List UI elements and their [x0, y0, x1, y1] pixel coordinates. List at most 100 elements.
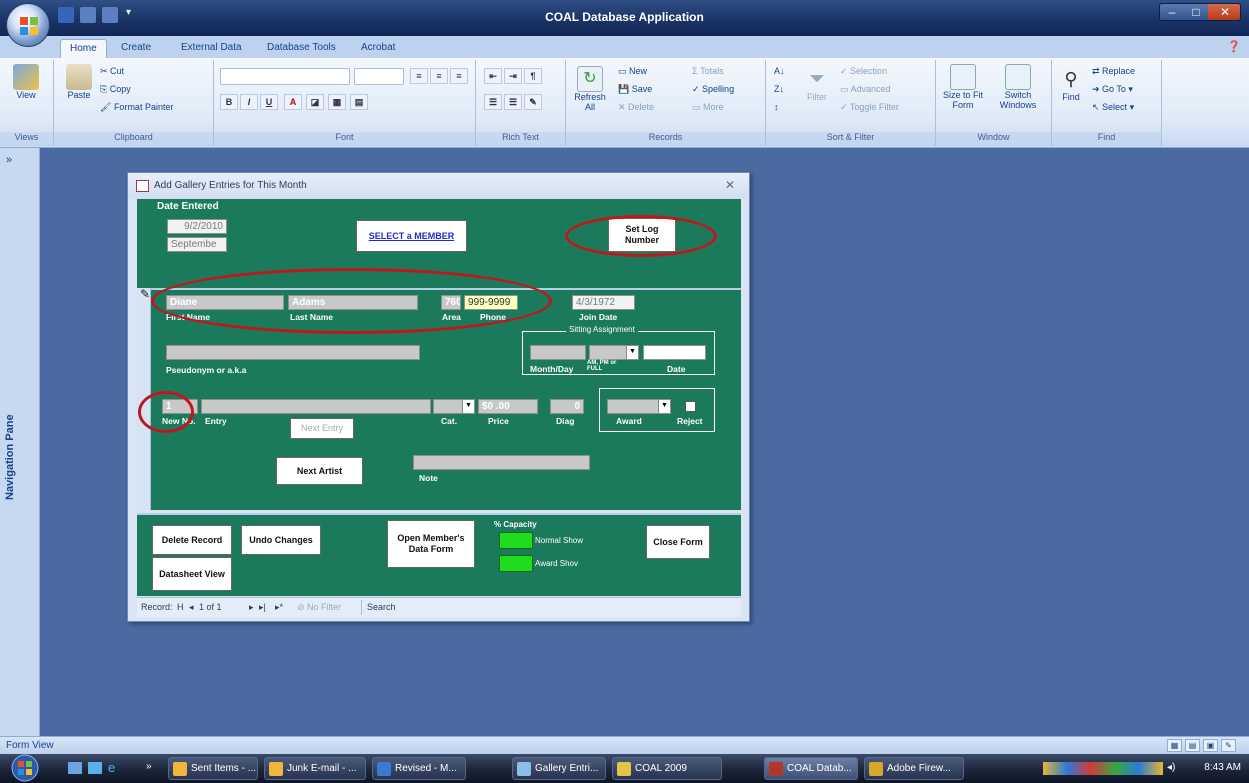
price-field[interactable]: $0 .00 [478, 399, 538, 414]
switch-windows-icon[interactable] [88, 762, 102, 774]
form-view-icon[interactable]: ▦ [1167, 739, 1182, 752]
go-to-button[interactable]: ➔ Go To ▾ [1092, 84, 1133, 95]
next-artist-button[interactable]: Next Artist [276, 457, 363, 485]
taskbar-overflow-icon[interactable]: » [146, 761, 152, 772]
taskbar-item-coal-2009[interactable]: COAL 2009 [612, 757, 722, 780]
new-record-button[interactable]: ▭ New [618, 66, 647, 77]
no-filter-button[interactable]: ⊘ No Filter [297, 602, 341, 613]
month-field[interactable]: Septembe [167, 237, 227, 252]
open-member-form-button[interactable]: Open Member's Data Form [387, 520, 475, 568]
decrease-indent-icon[interactable]: ⇤ [484, 68, 502, 84]
fill-color-icon[interactable]: ◪ [306, 94, 324, 110]
totals-button[interactable]: Σ Totals [692, 66, 724, 76]
align-left-icon[interactable]: ≡ [410, 68, 428, 84]
close-button[interactable]: ✕ [1208, 4, 1240, 20]
cut-button[interactable]: ✂ Cut [100, 66, 124, 77]
font-color-icon[interactable]: A [284, 94, 302, 110]
more-button[interactable]: ▭ More [692, 102, 724, 113]
volume-icon[interactable]: ◂) [1167, 762, 1175, 773]
nav-pane-toggle-icon[interactable]: » [6, 154, 12, 166]
diag-field[interactable]: 0 [550, 399, 584, 414]
next-record-icon[interactable]: ▸ [249, 602, 254, 613]
sort-ascending-icon[interactable]: A↓ [774, 66, 785, 76]
spelling-button[interactable]: ✓ Spelling [692, 84, 734, 95]
sitting-date-field[interactable] [643, 345, 706, 360]
taskbar-item-revised[interactable]: Revised - M... [372, 757, 466, 780]
new-record-icon[interactable]: ▸* [275, 602, 283, 613]
find-button[interactable]: ⚲ Find [1056, 66, 1086, 102]
highlight-icon[interactable]: ✎ [524, 94, 542, 110]
switch-windows-button[interactable]: Switch Windows [990, 64, 1046, 110]
refresh-all-button[interactable]: ↻ Refresh All [572, 66, 608, 112]
record-position[interactable]: 1 of 1 [199, 602, 222, 612]
maximize-button[interactable]: □ [1184, 4, 1208, 20]
filter-button[interactable]: ⏷ Filter [800, 66, 834, 102]
taskbar-item-adobe-fireworks[interactable]: Adobe Firew... [864, 757, 964, 780]
paragraph-icon[interactable]: ¶ [524, 68, 542, 84]
font-size-combo[interactable] [354, 68, 404, 85]
increase-indent-icon[interactable]: ⇥ [504, 68, 522, 84]
close-form-button[interactable]: Close Form [646, 525, 710, 559]
office-button[interactable] [6, 3, 50, 47]
chevron-down-icon[interactable]: ▼ [626, 346, 638, 359]
font-name-combo[interactable] [220, 68, 350, 85]
tab-create[interactable]: Create [112, 39, 160, 58]
chevron-down-icon[interactable]: ▼ [462, 400, 474, 413]
show-desktop-icon[interactable] [68, 762, 82, 774]
tab-acrobat[interactable]: Acrobat [352, 39, 404, 58]
paste-button[interactable]: Paste [64, 64, 94, 100]
month-day-field[interactable] [530, 345, 586, 360]
navigation-pane[interactable]: » Navigation Pane [0, 148, 40, 736]
delete-record-button[interactable]: ✕ Delete [618, 102, 654, 113]
clear-sort-icon[interactable]: ↕ [774, 102, 779, 112]
undo-changes-button[interactable]: Undo Changes [241, 525, 321, 555]
form-close-icon[interactable]: ✕ [725, 178, 735, 192]
underline-icon[interactable]: U [260, 94, 278, 110]
design-view-icon[interactable]: ✎ [1221, 739, 1236, 752]
taskbar-item-sent-items[interactable]: Sent Items - ... [168, 757, 258, 780]
bold-icon[interactable]: B [220, 94, 238, 110]
reject-checkbox[interactable] [685, 401, 696, 412]
select-member-button[interactable]: SELECT a MEMBER [356, 220, 467, 252]
bullets-icon[interactable]: ☰ [504, 94, 522, 110]
toggle-filter-button[interactable]: ✓ Toggle Filter [840, 102, 899, 113]
alt-fill-icon[interactable]: ▤ [350, 94, 368, 110]
tab-external-data[interactable]: External Data [172, 39, 251, 58]
category-field[interactable]: ▼ [433, 399, 475, 414]
numbering-icon[interactable]: ☰ [484, 94, 502, 110]
am-pm-field[interactable]: ▼ [589, 345, 639, 360]
layout-view-icon[interactable]: ▣ [1203, 739, 1218, 752]
note-field[interactable] [413, 455, 590, 470]
browser-icon[interactable]: e [108, 760, 115, 775]
save-record-button[interactable]: 💾 Save [618, 84, 652, 95]
clock[interactable]: 8:43 AM [1204, 762, 1241, 773]
taskbar-item-coal-database[interactable]: COAL Datab... [764, 757, 858, 780]
select-button[interactable]: ↖ Select ▾ [1092, 102, 1134, 113]
last-record-icon[interactable]: ▸| [259, 602, 266, 613]
tray-icons[interactable] [1043, 762, 1163, 775]
first-record-icon[interactable]: H [177, 602, 184, 612]
entry-field[interactable] [201, 399, 431, 414]
datasheet-view-icon[interactable]: ▤ [1185, 739, 1200, 752]
tab-home[interactable]: Home [60, 39, 107, 58]
minimize-button[interactable]: – [1160, 4, 1184, 20]
award-field[interactable]: ▼ [607, 399, 671, 414]
size-to-fit-button[interactable]: Size to Fit Form [940, 64, 986, 110]
selection-button[interactable]: ✓ Selection [840, 66, 887, 77]
sort-descending-icon[interactable]: Z↓ [774, 84, 784, 94]
date-entered-field[interactable]: 9/2/2010 [167, 219, 227, 234]
taskbar-item-gallery-entries[interactable]: Gallery Entri... [512, 757, 606, 780]
advanced-button[interactable]: ▭ Advanced [840, 84, 891, 95]
format-painter-button[interactable]: 🖌 Format Painter [100, 102, 173, 113]
replace-button[interactable]: ⇄ Replace [1092, 66, 1135, 77]
align-center-icon[interactable]: ≡ [430, 68, 448, 84]
delete-record-button[interactable]: Delete Record [152, 525, 232, 555]
chevron-down-icon[interactable]: ▼ [658, 400, 670, 413]
datasheet-view-button[interactable]: Datasheet View [152, 557, 232, 591]
next-entry-button[interactable]: Next Entry [290, 418, 354, 439]
help-icon[interactable]: ❓ [1227, 40, 1241, 53]
gridlines-icon[interactable]: ▦ [328, 94, 346, 110]
previous-record-icon[interactable]: ◂ [189, 602, 194, 613]
start-button[interactable] [8, 754, 42, 783]
taskbar-item-junk-email[interactable]: Junk E-mail - ... [264, 757, 366, 780]
